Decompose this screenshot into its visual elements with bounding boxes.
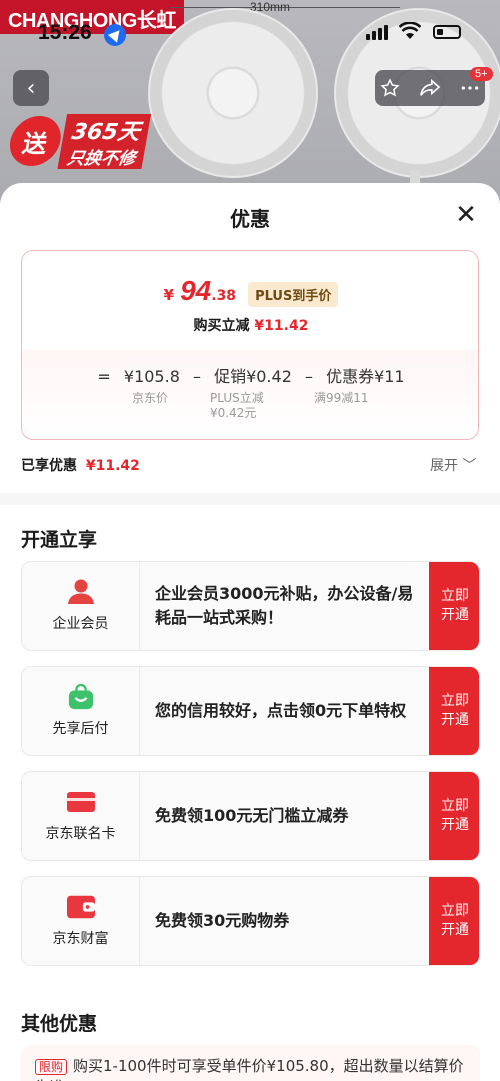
back-button[interactable]: ‹ [13, 70, 49, 106]
limit-tag: 限购 [35, 1059, 68, 1075]
top-actions-group [375, 70, 485, 106]
reduction-amount: ¥11.42 [254, 318, 309, 334]
status-bar: 15:26 [0, 0, 500, 60]
price-formula: = ¥105.8 – 促销¥0.42 – 优惠券¥11 [22, 363, 480, 387]
open-now-button[interactable]: 立即开通 [429, 877, 479, 965]
wallet-icon [66, 895, 95, 919]
currency-symbol: ¥ [163, 286, 175, 304]
other-discount-item[interactable]: 限购购买1-100件时可享受单件价¥105.80，超出数量以结算价为准 [21, 1045, 480, 1081]
formula-promo: 促销¥0.42 [214, 367, 292, 386]
member-item-left: 京东财富 [22, 877, 140, 965]
section-divider [0, 493, 500, 505]
member-name: 京东财富 [52, 931, 109, 947]
instant-reduction: 购买立减 ¥11.42 [22, 315, 480, 335]
member-desc: 免费领100元无门槛立减券 [155, 806, 349, 825]
member-desc: 您的信用较好，点击领0元下单特权 [155, 701, 407, 720]
final-price: ¥ 94 .38 PLUS到手价 [22, 275, 480, 307]
sub-promo-line-2: ¥0.42元 [210, 406, 257, 420]
more-icon[interactable] [460, 78, 480, 98]
sub-promo-label: PLUS立减 ¥0.42元 [210, 391, 264, 421]
person-icon [67, 579, 94, 604]
formula-coupon: 优惠券¥11 [326, 367, 405, 386]
credit-card-icon [66, 792, 95, 812]
member-item-enterprise: 企业会员 企业会员3000元补贴，办公设备/易耗品一站式采购！ 立即开通 [21, 561, 480, 651]
shopping-bag-icon [68, 684, 93, 710]
open-now-button[interactable]: 立即开通 [429, 772, 479, 860]
open-now-button[interactable]: 立即开通 [429, 562, 479, 650]
formula-minus: – [304, 367, 313, 386]
enjoyed-amount: ¥11.42 [85, 458, 140, 474]
share-icon[interactable] [419, 78, 441, 98]
member-name: 企业会员 [52, 616, 109, 632]
wifi-icon [399, 22, 421, 39]
promo-line-1: 365天 [61, 114, 152, 146]
cellular-signal-icon [366, 24, 388, 40]
formula-equals: = [97, 367, 111, 386]
other-discount-text: 购买1-100件时可享受单件价¥105.80，超出数量以结算价为准 [35, 1057, 464, 1081]
discount-sheet: 优惠 ✕ ¥ 94 .38 PLUS到手价 购买立减 ¥11.42 = ¥105… [0, 183, 500, 1081]
open-now-button[interactable]: 立即开通 [429, 667, 479, 755]
formula-minus: – [192, 367, 201, 386]
member-item-co-brand-card: 京东联名卡 免费领100元无门槛立减券 立即开通 [21, 771, 480, 861]
star-icon[interactable] [380, 78, 400, 98]
member-item-left: 企业会员 [22, 562, 140, 650]
plus-price-badge: PLUS到手价 [248, 282, 339, 307]
promo-banner: 送 365天 只换不修 [5, 112, 191, 174]
status-time: 15:26 [38, 21, 92, 44]
other-section-title: 其他优惠 [21, 1013, 98, 1035]
reduction-label: 购买立减 [193, 318, 250, 334]
promo-line-2: 只换不修 [57, 144, 146, 169]
enjoyed-label: 已享优惠 [21, 458, 77, 474]
open-section-title: 开通立享 [21, 529, 98, 551]
expand-toggle[interactable]: 展开 ﹀ [430, 455, 476, 475]
close-icon[interactable]: ✕ [452, 201, 480, 229]
formula-base-price: ¥105.8 [123, 367, 180, 386]
member-item-pay-later: 先享后付 您的信用较好，点击领0元下单特权 立即开通 [21, 666, 480, 756]
sub-promo-line-1: PLUS立减 [210, 391, 264, 405]
chevron-left-icon: ‹ [26, 75, 36, 101]
sub-base-label: 京东价 [132, 391, 169, 405]
location-arrow-icon [104, 24, 126, 46]
member-desc: 免费领30元购物券 [155, 911, 290, 930]
sheet-title: 优惠 [230, 207, 270, 231]
promo-circle: 送 [5, 116, 65, 166]
member-item-left: 先享后付 [22, 667, 140, 755]
message-badge: 5+ [470, 67, 493, 81]
member-name: 先享后付 [52, 721, 109, 737]
member-item-left: 京东联名卡 [22, 772, 140, 860]
final-price-integer: 94 [180, 275, 212, 306]
battery-icon [433, 25, 461, 39]
member-name: 京东联名卡 [45, 826, 116, 842]
price-card: ¥ 94 .38 PLUS到手价 购买立减 ¥11.42 = ¥105.8 – … [21, 250, 479, 440]
enjoyed-discount: 已享优惠 ¥11.42 [21, 455, 140, 475]
final-price-decimal: .38 [211, 288, 237, 304]
sub-coupon-label: 满99减11 [314, 391, 369, 405]
member-item-wealth: 京东财富 免费领30元购物券 立即开通 [21, 876, 480, 966]
member-desc: 企业会员3000元补贴，办公设备/易耗品一站式采购！ [155, 584, 414, 627]
